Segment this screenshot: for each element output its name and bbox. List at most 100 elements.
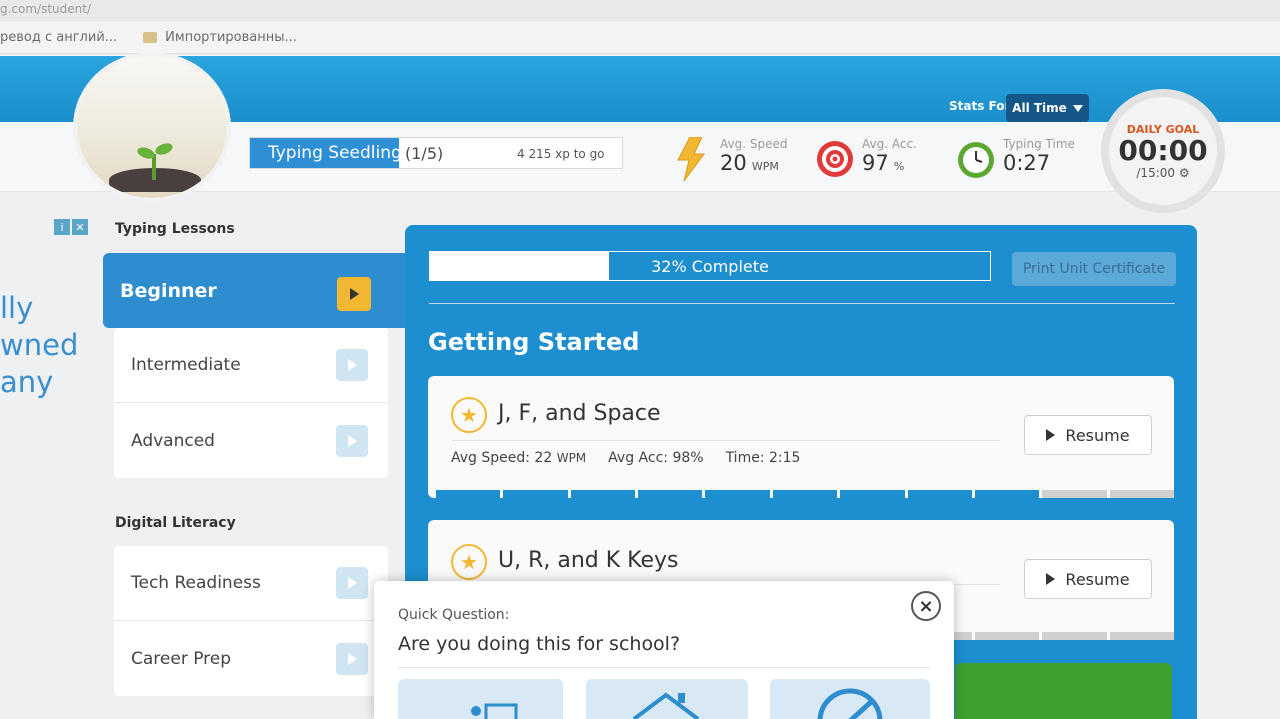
close-icon[interactable]: ×: [911, 591, 941, 621]
bookmark-label: ревод с англий...: [0, 30, 118, 45]
progress-segment: [705, 490, 770, 498]
sidebar-item-label: Beginner: [120, 279, 217, 302]
sidebar-item-label: Advanced: [131, 430, 215, 451]
caret-down-icon: [1072, 104, 1083, 112]
stats-range-dropdown[interactable]: All Time: [1006, 94, 1089, 122]
print-certificate-button[interactable]: Print Unit Certificate: [1012, 252, 1176, 286]
progress-segment: [1109, 632, 1174, 640]
sidebar-item-beginner[interactable]: Beginner: [103, 253, 405, 328]
progress-segment: [503, 490, 568, 498]
progress-segment: [1042, 632, 1107, 640]
lightning-icon: [677, 137, 705, 181]
progress-segment: [570, 490, 636, 498]
clock-icon: [958, 142, 994, 178]
resume-label: Resume: [1065, 425, 1130, 445]
resume-button[interactable]: Resume: [1024, 559, 1152, 599]
lesson-accuracy: Avg Acc: 98%: [608, 450, 704, 466]
avg-speed-stat: Avg. Speed 20 WPM: [720, 137, 787, 175]
bookmark-label: Импортированны...: [165, 30, 297, 45]
triangle-shape: [347, 577, 357, 589]
sidebar-item-advanced[interactable]: Advanced: [114, 403, 388, 478]
avg-acc-stat: Avg. Acc. 97 %: [862, 137, 917, 175]
resume-label: Resume: [1065, 569, 1130, 589]
avg-speed-label: Avg. Speed: [720, 137, 788, 151]
progress-segment: [974, 632, 1040, 640]
sidebar-item-intermediate[interactable]: Intermediate: [114, 328, 388, 403]
sidebar-item-tech-readiness[interactable]: Tech Readiness: [114, 546, 388, 621]
target-icon: [817, 141, 853, 177]
divider: [429, 303, 1175, 304]
divider: [398, 667, 930, 668]
unit-progress-text: 32% Complete: [651, 256, 769, 276]
triangle-shape: [349, 288, 359, 300]
classroom-icon: [471, 703, 518, 719]
progress-segment: [1109, 490, 1174, 498]
stats-range-value: All Time: [1012, 101, 1067, 115]
typing-time-label: Typing Time: [1003, 137, 1075, 151]
bookmarks-bar: ревод с англий... Импортированны...: [0, 22, 1280, 54]
divider: [452, 440, 1000, 441]
progress-segment: [772, 490, 838, 498]
typing-lessons-heading: Typing Lessons: [115, 221, 235, 237]
progress-segment: [840, 490, 905, 498]
ad-line: any: [0, 365, 54, 399]
progress-segment: [1042, 490, 1107, 498]
lesson-progress-segments: [436, 490, 1174, 498]
star-icon: ★: [451, 544, 487, 580]
progress-segment: [907, 490, 972, 498]
xp-to-go: 4 215 xp to go: [517, 147, 605, 161]
progress-segment: [436, 490, 501, 498]
typing-time-value: 0:27: [1003, 151, 1051, 175]
avg-acc-unit: %: [893, 160, 905, 173]
lesson-speed-unit: WPM: [556, 451, 587, 465]
popup-label: Quick Question:: [398, 607, 510, 623]
lesson-stats: Avg Speed: 22 WPM Avg Acc: 98% Time: 2:1…: [451, 450, 800, 466]
avatar[interactable]: [73, 52, 231, 202]
lesson-card[interactable]: ★ J, F, and Space Resume Avg Speed: 22 W…: [428, 376, 1174, 498]
bookmark-translate[interactable]: ревод с англий...: [0, 30, 117, 45]
ad-close-icon[interactable]: ✕: [72, 219, 88, 235]
lesson-title: U, R, and K Keys: [498, 548, 679, 573]
browser-url-bar[interactable]: g.com/student/: [0, 0, 1280, 22]
lesson-title: J, F, and Space: [498, 401, 661, 426]
next-section-card[interactable]: [955, 663, 1172, 719]
triangle-shape: [347, 652, 357, 665]
avg-acc-label: Avg. Acc.: [862, 137, 917, 151]
answer-option-no[interactable]: [770, 679, 930, 719]
browser-url-text: g.com/student/: [0, 2, 92, 16]
ad-text[interactable]: lly wned any: [0, 290, 78, 401]
answer-option-home[interactable]: [586, 679, 748, 719]
play-icon[interactable]: [336, 424, 368, 457]
literacy-list: Tech Readiness Career Prep: [114, 546, 388, 696]
play-icon[interactable]: [336, 567, 368, 599]
daily-goal-widget[interactable]: DAILY GOAL 00:00 /15:00 ⚙: [1101, 89, 1225, 213]
avg-speed-unit: WPM: [751, 160, 779, 173]
quick-question-popup: Quick Question: Are you doing this for s…: [374, 581, 954, 719]
ad-choices[interactable]: i ✕: [54, 219, 88, 235]
typing-time-stat: Typing Time 0:27: [1003, 137, 1075, 175]
play-icon[interactable]: [337, 277, 371, 311]
play-icon[interactable]: [336, 642, 368, 675]
bookmark-imported[interactable]: Импортированны...: [143, 30, 297, 45]
answer-option-school[interactable]: [398, 679, 563, 719]
house-icon: [632, 692, 700, 719]
sprout-leaf-right: [153, 141, 175, 157]
ad-line: wned: [0, 328, 79, 362]
resume-button[interactable]: Resume: [1024, 415, 1152, 455]
digital-literacy-heading: Digital Literacy: [115, 515, 236, 531]
triangle-shape: [347, 359, 357, 371]
daily-goal-target[interactable]: /15:00 ⚙: [1109, 166, 1217, 180]
no-icon: [817, 688, 883, 719]
level-count: (1/5): [405, 143, 444, 163]
progress-segment: [638, 490, 703, 498]
sidebar-item-career-prep[interactable]: Career Prep: [114, 621, 388, 696]
play-icon[interactable]: [336, 349, 368, 381]
play-icon: [1046, 429, 1056, 441]
lesson-speed-value: Avg Speed: 22: [451, 450, 553, 466]
lesson-level-list: Intermediate Advanced: [114, 328, 388, 478]
ad-info-icon[interactable]: i: [54, 219, 70, 235]
star-icon: ★: [451, 397, 487, 433]
folder-icon: [143, 32, 158, 43]
sidebar-item-label: Career Prep: [131, 648, 232, 669]
play-icon: [1046, 573, 1056, 585]
